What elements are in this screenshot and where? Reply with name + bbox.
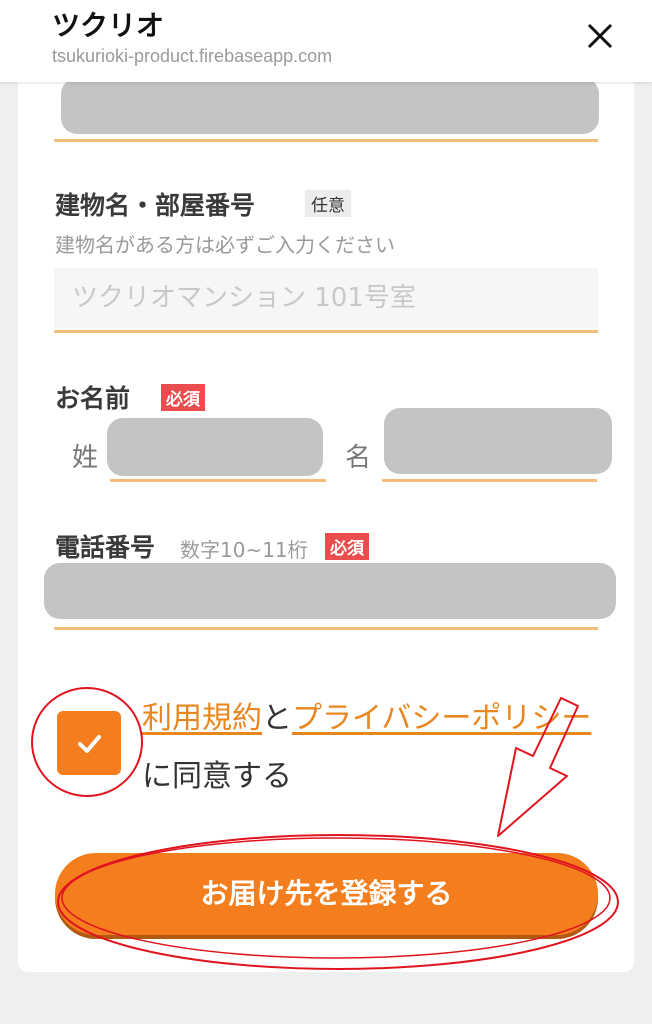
site-title: ツクリオ: [52, 9, 165, 42]
first-name-label: 名: [345, 443, 372, 473]
phone-required-badge: 必須: [325, 533, 369, 560]
first-name-underline: [382, 479, 597, 482]
address-field-underline: [54, 139, 598, 142]
building-label: 建物名・部屋番号: [55, 191, 256, 220]
building-input-underline: [54, 330, 598, 333]
last-name-underline: [110, 479, 326, 482]
agree-checkbox[interactable]: [57, 711, 121, 775]
phone-label: 電話番号: [55, 533, 156, 562]
phone-input-redacted[interactable]: [44, 563, 616, 619]
phone-hint: 数字10~11桁: [180, 538, 308, 562]
close-icon: [587, 23, 613, 49]
optional-badge: 任意: [305, 190, 351, 217]
top-bar: ツクリオ tsukurioki-product.firebaseapp.com: [0, 0, 652, 82]
first-name-input-redacted[interactable]: [384, 408, 612, 474]
privacy-policy-link[interactable]: プライバシーポリシー: [292, 701, 591, 736]
phone-underline: [54, 627, 598, 630]
building-input[interactable]: [54, 268, 598, 328]
agreement-connector: と: [262, 701, 292, 736]
terms-link[interactable]: 利用規約: [142, 701, 262, 736]
register-address-button[interactable]: お届け先を登録する: [55, 853, 598, 935]
agreement-text: 利用規約とプライバシーポリシーに同意する: [142, 690, 592, 806]
site-url: tsukurioki-product.firebaseapp.com: [52, 46, 333, 66]
checkmark-icon: [78, 735, 101, 753]
name-label: お名前: [55, 384, 131, 413]
last-name-label: 姓: [72, 443, 99, 473]
address-field-redacted[interactable]: [61, 78, 599, 134]
building-hint: 建物名がある方は必ずご入力ください: [55, 233, 395, 257]
agreement-suffix: に同意する: [142, 759, 292, 794]
required-badge: 必須: [161, 384, 205, 411]
close-button[interactable]: [578, 14, 622, 58]
last-name-input-redacted[interactable]: [107, 418, 323, 476]
